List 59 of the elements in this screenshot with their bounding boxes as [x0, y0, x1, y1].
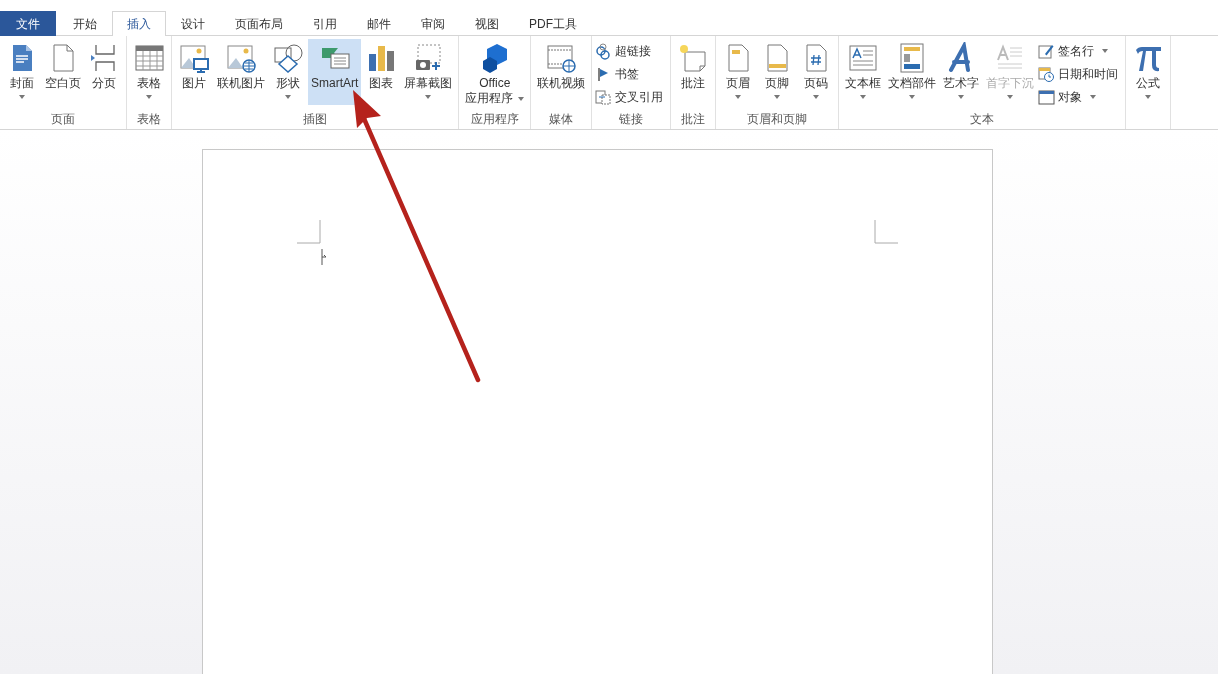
text-box-icon — [847, 42, 880, 74]
ribbon-button[interactable]: 超链接 — [595, 41, 668, 61]
film-globe-icon — [545, 42, 578, 74]
margin-corner-mark — [296, 220, 321, 244]
ribbon-button[interactable]: 页码 — [797, 39, 836, 105]
ribbon-button[interactable]: 页眉 — [719, 39, 758, 105]
ribbon-button[interactable]: Office 应用程序 — [462, 39, 528, 105]
ribbon-tab[interactable]: 审阅 — [406, 11, 460, 36]
calendar-clock-icon — [1038, 65, 1056, 83]
margin-corner-mark — [873, 220, 898, 244]
group-label: 文本 — [969, 111, 996, 128]
ribbon-tab[interactable]: 页面布局 — [220, 11, 298, 36]
ribbon-button[interactable]: 对象 — [1038, 87, 1123, 107]
ribbon-button[interactable]: 联机视频 — [534, 39, 589, 105]
table-icon — [133, 42, 165, 74]
group-label: 页眉和页脚 — [746, 111, 809, 128]
ribbon-tab[interactable]: 插入 — [112, 11, 166, 36]
object-icon — [1038, 88, 1056, 106]
ribbon-button[interactable]: SmartArt — [308, 39, 362, 105]
ribbon-button[interactable]: 空白页 — [42, 39, 84, 105]
ribbon-tab[interactable]: PDF工具 — [514, 11, 592, 36]
group-label: 表格 — [136, 111, 162, 128]
group-label: 媒体 — [548, 111, 575, 128]
ribbon-button[interactable]: 分页 — [85, 39, 123, 105]
ribbon-button[interactable]: 图表 — [362, 39, 401, 105]
link-icon — [595, 42, 613, 60]
shapes-icon — [272, 42, 304, 74]
ribbon-button[interactable]: 公式 — [1129, 39, 1168, 105]
picture-globe-icon — [225, 42, 257, 74]
file-tab[interactable]: 文件 — [0, 11, 56, 36]
ribbon-tab[interactable]: 邮件 — [352, 11, 406, 36]
ribbon-button[interactable]: 日期和时间 — [1038, 64, 1123, 84]
ribbon-button[interactable]: 签名行 — [1038, 41, 1123, 61]
ribbon-button[interactable]: 封面 — [3, 39, 41, 105]
group-label: 链接 — [618, 111, 645, 128]
cross-reference-icon — [595, 88, 613, 106]
ribbon-tab[interactable]: 开始 — [58, 11, 112, 36]
group-label: 页面 — [50, 111, 76, 128]
ribbon-button[interactable]: 书签 — [595, 64, 668, 84]
ribbon-button[interactable]: 页脚 — [758, 39, 797, 105]
ribbon-button[interactable]: 文档部件 — [885, 39, 940, 105]
ribbon-tab[interactable]: 设计 — [166, 11, 220, 36]
ribbon-button[interactable]: 形状 — [269, 39, 307, 105]
ribbon-button[interactable]: 交叉引用 — [595, 87, 668, 107]
ribbon-button[interactable]: 联机图片 — [214, 39, 268, 105]
text-cursor-icon — [320, 249, 329, 265]
ribbon-button[interactable]: 表格 — [130, 39, 168, 105]
ribbon-button[interactable]: 图片 — [175, 39, 213, 105]
ribbon-button[interactable]: 批注 — [674, 39, 713, 105]
group-label: 插图 — [302, 111, 329, 128]
group-label: 批注 — [680, 111, 707, 128]
signature-icon — [1038, 42, 1056, 60]
ribbon-button[interactable]: 文本框 — [842, 39, 885, 105]
ribbon-tab[interactable]: 视图 — [460, 11, 514, 36]
picture-icon — [178, 42, 210, 74]
ribbon-tab[interactable]: 引用 — [298, 11, 352, 36]
ribbon-button[interactable]: 屏幕截图 — [401, 39, 456, 105]
ribbon-button[interactable]: 艺术字 — [940, 39, 983, 105]
group-label: 应用程序 — [469, 111, 520, 128]
